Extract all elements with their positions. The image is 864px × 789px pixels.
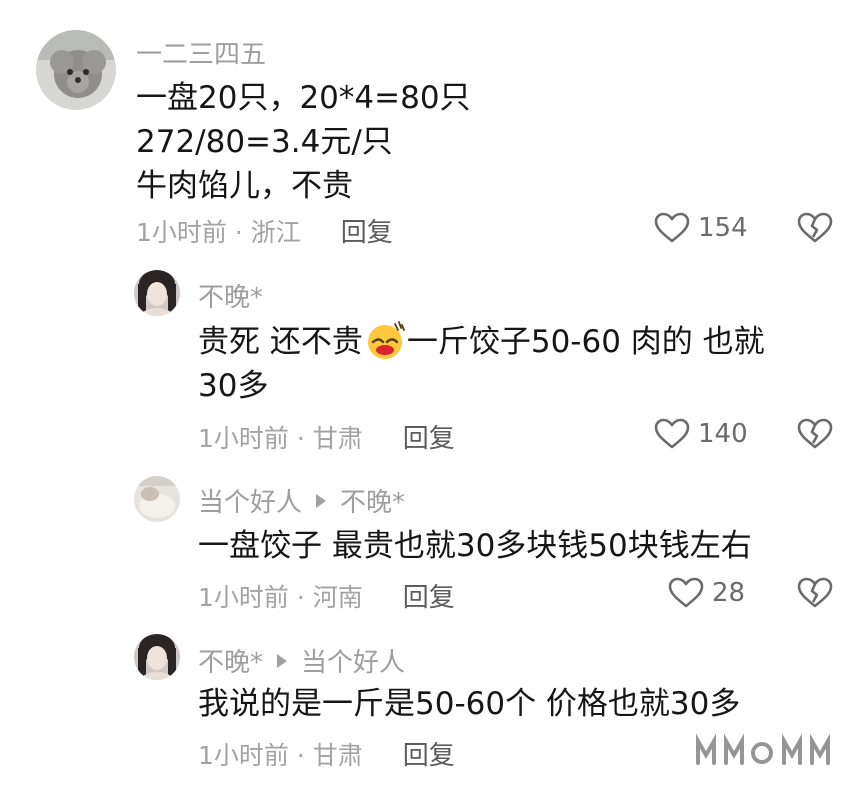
broken-heart-icon: [797, 577, 833, 608]
comment-item: 一二三四五 一盘20只，20*4=80只 272/80=3.4元/只 牛肉馅儿，…: [0, 0, 864, 260]
sweating-crying-face-emoji: [367, 321, 405, 359]
comment-text-line: 一盘20只，20*4=80只: [136, 80, 471, 116]
comment-time-location: 1小时前 · 甘肃: [198, 740, 363, 770]
like-count: 28: [712, 578, 746, 608]
dislike-button[interactable]: [797, 577, 833, 609]
avatar[interactable]: [134, 634, 180, 680]
comment-username[interactable]: 一二三四五: [136, 34, 266, 71]
reply-button[interactable]: 回复: [403, 418, 455, 455]
comment-text: 一盘饺子 最贵也就30多块钱50块钱左右: [198, 524, 752, 568]
comment-text-line: 牛肉馅儿，不贵: [136, 168, 353, 204]
heart-outline-icon: [654, 418, 690, 449]
avatar[interactable]: [134, 476, 180, 522]
comment-text-line: 272/80=3.4元/只: [136, 124, 393, 160]
reply-author[interactable]: 当个好人: [198, 482, 302, 519]
comment-text: 我说的是一斤是50-60个 价格也就30多: [198, 682, 740, 726]
reply-target[interactable]: 当个好人: [301, 642, 405, 679]
comment-meta: 1小时前 · 甘肃 回复: [198, 735, 455, 772]
user-photo-avatar: [134, 634, 180, 680]
platform-watermark-logo: [692, 731, 842, 775]
like-button[interactable]: 154: [654, 212, 748, 244]
avatar[interactable]: [134, 270, 180, 316]
comment-username[interactable]: 不晚*: [198, 277, 263, 314]
broken-heart-icon: [797, 212, 833, 243]
comment-meta: 1小时前 · 甘肃 回复: [198, 418, 455, 455]
user-photo-avatar: [134, 476, 180, 522]
comment-text-line: 贵死 还不贵 一斤饺子50-60 肉的 也就: [198, 320, 765, 364]
comment-time-location: 1小时前 · 浙江: [136, 217, 301, 247]
comment-username: 当个好人 不晚*: [198, 482, 405, 519]
reply-button[interactable]: 回复: [403, 577, 455, 614]
like-count: 140: [698, 419, 748, 449]
comment-text-line: 一盘饺子 最贵也就30多块钱50块钱左右: [198, 528, 752, 564]
like-button[interactable]: 28: [668, 577, 745, 609]
comment-time-location: 1小时前 · 河南: [198, 582, 363, 612]
reply-button[interactable]: 回复: [341, 212, 393, 249]
comment-meta: 1小时前 · 浙江 回复: [136, 212, 393, 249]
broken-heart-icon: [797, 418, 833, 449]
comment-meta: 1小时前 · 河南 回复: [198, 577, 455, 614]
comment-text: 贵死 还不贵 一斤饺子50-60 肉的 也就 30多: [198, 320, 765, 408]
reply-to-arrow-icon: [277, 653, 288, 668]
comment-text-segment: 一斤饺子50-60 肉的 也就: [406, 324, 765, 360]
reply-item: 不晚* 贵死 还不贵 一斤饺子50-60 肉的 也就 30多 1小时前 · 甘肃…: [0, 260, 864, 470]
comment-time-location: 1小时前 · 甘肃: [198, 423, 363, 453]
comment-thread: 一二三四五 一盘20只，20*4=80只 272/80=3.4元/只 牛肉馅儿，…: [0, 0, 864, 789]
comment-text-line: 30多: [198, 368, 269, 404]
reply-target[interactable]: 不晚*: [340, 482, 405, 519]
user-photo-avatar: [134, 270, 180, 316]
like-button[interactable]: 140: [654, 418, 748, 450]
dog-avatar-image: [36, 30, 116, 110]
reply-button[interactable]: 回复: [403, 735, 455, 772]
comment-text-segment: 贵死 还不贵: [198, 324, 363, 360]
dislike-button[interactable]: [797, 418, 833, 450]
heart-outline-icon: [668, 577, 704, 608]
comment-username: 不晚* 当个好人: [198, 642, 405, 679]
avatar[interactable]: [36, 30, 116, 110]
reply-item: 当个好人 不晚* 一盘饺子 最贵也就30多块钱50块钱左右 1小时前 · 河南 …: [0, 470, 864, 630]
reply-author[interactable]: 不晚*: [198, 642, 263, 679]
comment-text-line: 我说的是一斤是50-60个 价格也就30多: [198, 686, 741, 722]
reply-item: 不晚* 当个好人 我说的是一斤是50-60个 价格也就30多 1小时前 · 甘肃…: [0, 630, 864, 789]
comment-text: 一盘20只，20*4=80只 272/80=3.4元/只 牛肉馅儿，不贵: [136, 76, 471, 208]
like-count: 154: [698, 213, 748, 243]
dislike-button[interactable]: [797, 212, 833, 244]
heart-outline-icon: [654, 212, 690, 243]
reply-to-arrow-icon: [316, 493, 327, 508]
